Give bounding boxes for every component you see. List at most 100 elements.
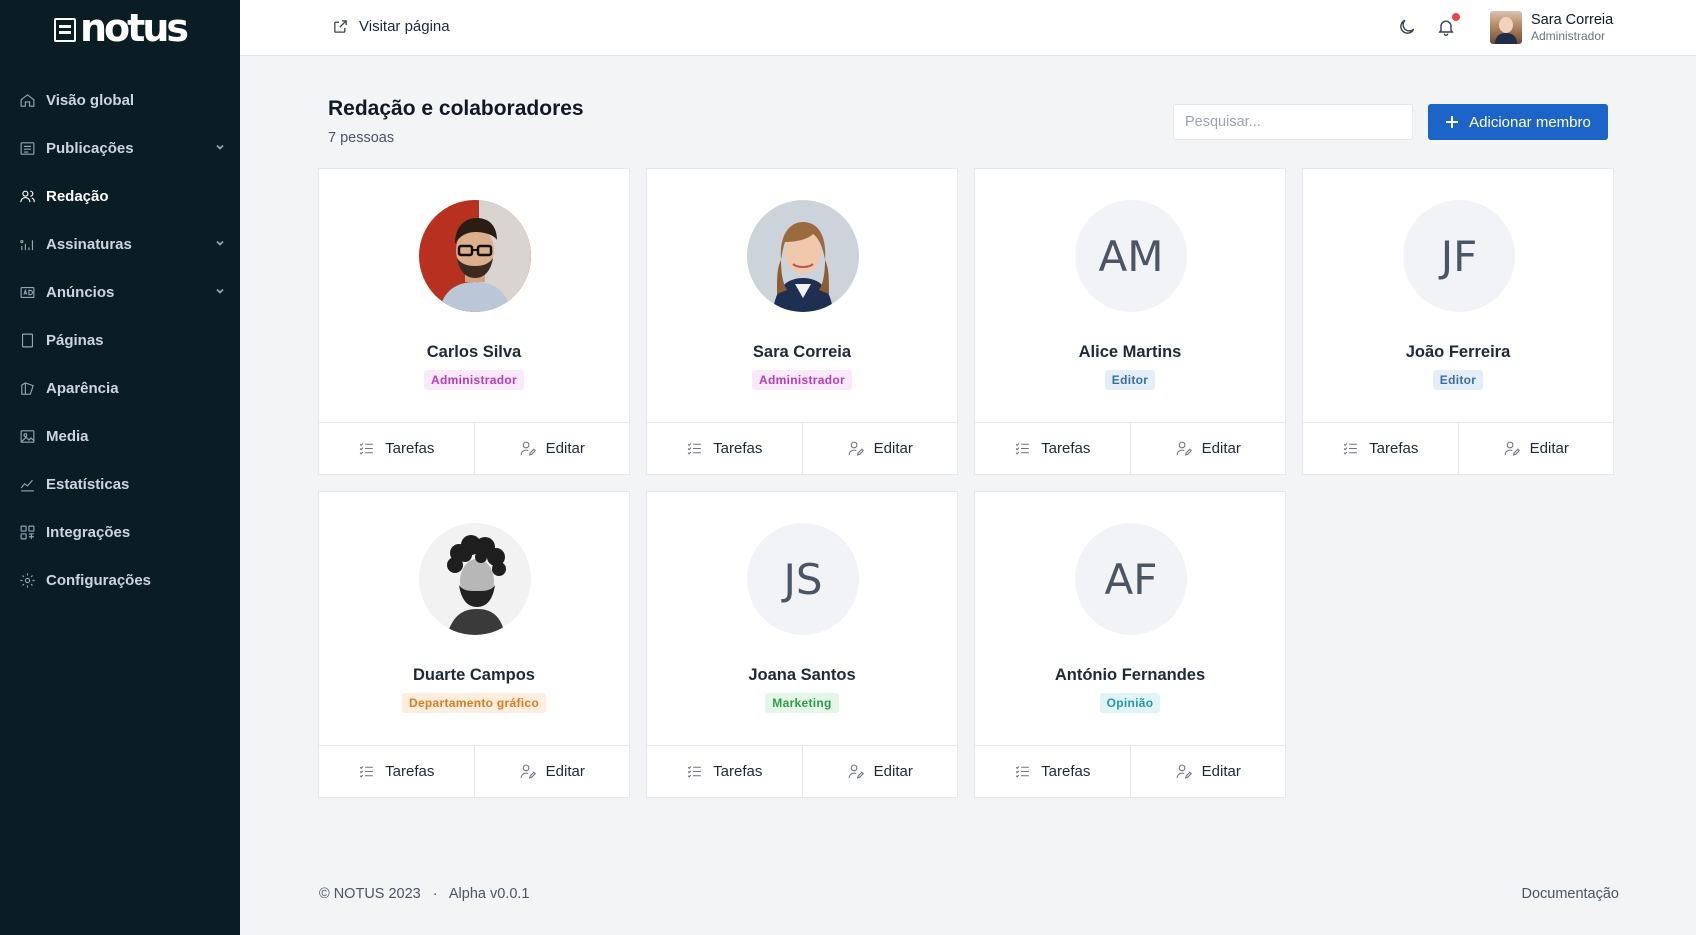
avatar: [1490, 11, 1522, 44]
member-card: AF António Fernandes Opinião Tarefas Editar: [974, 491, 1286, 798]
add-member-label: Adicionar membro: [1469, 113, 1591, 131]
list-icon: [18, 139, 36, 157]
notifications-button[interactable]: [1436, 13, 1460, 39]
tasks-button[interactable]: Tarefas: [1303, 423, 1458, 474]
tasks-label: Tarefas: [1041, 763, 1091, 780]
edit-button[interactable]: Editar: [801, 746, 958, 797]
user-edit-icon: [1176, 764, 1192, 779]
user-edit-icon: [1176, 441, 1192, 456]
tasks-label: Tarefas: [713, 440, 763, 457]
avatar: [419, 200, 531, 312]
logo-text: notus: [80, 6, 189, 50]
tasks-button[interactable]: Tarefas: [319, 423, 474, 474]
member-card: Carlos Silva Administrador Tarefas Editar: [318, 168, 630, 475]
role-badge: Administrador: [752, 370, 852, 390]
avatar: [419, 523, 531, 635]
add-member-button[interactable]: Adicionar membro: [1428, 104, 1608, 140]
edit-label: Editar: [1201, 440, 1241, 457]
logo[interactable]: notus: [0, 0, 240, 60]
sidebar-item-6[interactable]: Páginas: [0, 316, 240, 364]
role-badge: Administrador: [424, 370, 524, 390]
image-icon: [18, 427, 36, 445]
dark-mode-toggle[interactable]: [1397, 17, 1419, 39]
edit-button[interactable]: Editar: [473, 746, 630, 797]
page-icon: [18, 331, 36, 349]
member-name: Sara Correia: [752, 343, 852, 361]
user-edit-icon: [520, 764, 536, 779]
chevron-down-icon[interactable]: [214, 140, 226, 157]
tasks-button[interactable]: Tarefas: [319, 746, 474, 797]
tasks-label: Tarefas: [385, 763, 435, 780]
sidebar-item-8[interactable]: Media: [0, 412, 240, 460]
sidebar-item-9[interactable]: Estatísticas: [0, 460, 240, 508]
palette-icon: [18, 379, 36, 397]
sidebar-item-1[interactable]: Visão global: [0, 76, 240, 124]
visit-page-link[interactable]: Visitar página: [332, 18, 450, 35]
member-name: João Ferreira: [1405, 343, 1511, 361]
sidebar-item-label: Publicações: [46, 139, 134, 157]
edit-label: Editar: [873, 440, 913, 457]
sidebar-item-10[interactable]: Integrações: [0, 508, 240, 556]
tasks-button[interactable]: Tarefas: [647, 423, 802, 474]
member-card: AM Alice Martins Editor Tarefas Editar: [974, 168, 1286, 475]
edit-button[interactable]: Editar: [1129, 746, 1286, 797]
sidebar: notus Visão global Publicações Redação Assi…: [0, 0, 240, 935]
home-icon: [18, 91, 36, 109]
checklist-icon: [687, 443, 702, 455]
sidebar-item-label: Integrações: [46, 523, 131, 541]
user-edit-icon: [1504, 441, 1520, 456]
sidebar-item-3[interactable]: Redação: [0, 172, 240, 220]
checklist-icon: [359, 766, 374, 778]
edit-button[interactable]: Editar: [1457, 423, 1614, 474]
grid-icon: [18, 523, 36, 541]
sidebar-nav: Visão global Publicações Redação Assinatura…: [0, 76, 240, 604]
external-link-icon: [334, 20, 347, 33]
role-badge: Marketing: [765, 693, 839, 713]
sidebar-item-label: Redação: [46, 187, 109, 205]
user-edit-icon: [848, 764, 864, 779]
avatar: AF: [1075, 523, 1187, 635]
sidebar-item-5[interactable]: Anúncios: [0, 268, 240, 316]
plus-icon: [1446, 116, 1459, 128]
gear-icon: [18, 571, 36, 589]
member-name: Carlos Silva: [426, 343, 522, 361]
sidebar-item-label: Assinaturas: [46, 235, 132, 253]
chevron-down-icon[interactable]: [214, 236, 226, 253]
logo-icon: [54, 18, 76, 42]
sidebar-item-label: Media: [46, 427, 89, 445]
sidebar-item-label: Páginas: [46, 331, 104, 349]
footer-separator: ·: [432, 886, 438, 902]
edit-label: Editar: [545, 440, 585, 457]
sidebar-item-label: Configurações: [46, 571, 152, 589]
sidebar-item-2[interactable]: Publicações: [0, 124, 240, 172]
topbar: Visitar página Sara Correia Administrado…: [240, 0, 1696, 56]
tasks-button[interactable]: Tarefas: [975, 746, 1130, 797]
sidebar-item-7[interactable]: Aparência: [0, 364, 240, 412]
checklist-icon: [1343, 443, 1358, 455]
avatar: [747, 200, 859, 312]
documentation-link[interactable]: Documentação: [1521, 886, 1619, 902]
tasks-button[interactable]: Tarefas: [647, 746, 802, 797]
chevron-down-icon[interactable]: [214, 284, 226, 301]
sidebar-item-label: Aparência: [46, 379, 119, 397]
avatar: JS: [747, 523, 859, 635]
user-edit-icon: [848, 441, 864, 456]
member-name: Duarte Campos: [413, 666, 535, 684]
tasks-label: Tarefas: [713, 763, 763, 780]
visit-page-label: Visitar página: [359, 18, 450, 35]
version: Alpha v0.0.1: [448, 886, 530, 902]
edit-button[interactable]: Editar: [1129, 423, 1286, 474]
user-menu[interactable]: Sara Correia Administrador: [1490, 11, 1613, 44]
edit-button[interactable]: Editar: [473, 423, 630, 474]
sidebar-item-4[interactable]: Assinaturas: [0, 220, 240, 268]
tasks-button[interactable]: Tarefas: [975, 423, 1130, 474]
search-input[interactable]: [1173, 104, 1413, 140]
member-card: JS Joana Santos Marketing Tarefas Editar: [646, 491, 958, 798]
edit-label: Editar: [1529, 440, 1569, 457]
user-name: Sara Correia: [1531, 11, 1614, 28]
sidebar-item-11[interactable]: Configurações: [0, 556, 240, 604]
copyright: © NOTUS 2023: [319, 886, 421, 902]
edit-button[interactable]: Editar: [801, 423, 958, 474]
member-card: Sara Correia Administrador Tarefas Editar: [646, 168, 958, 475]
sidebar-item-label: Estatísticas: [46, 475, 130, 493]
